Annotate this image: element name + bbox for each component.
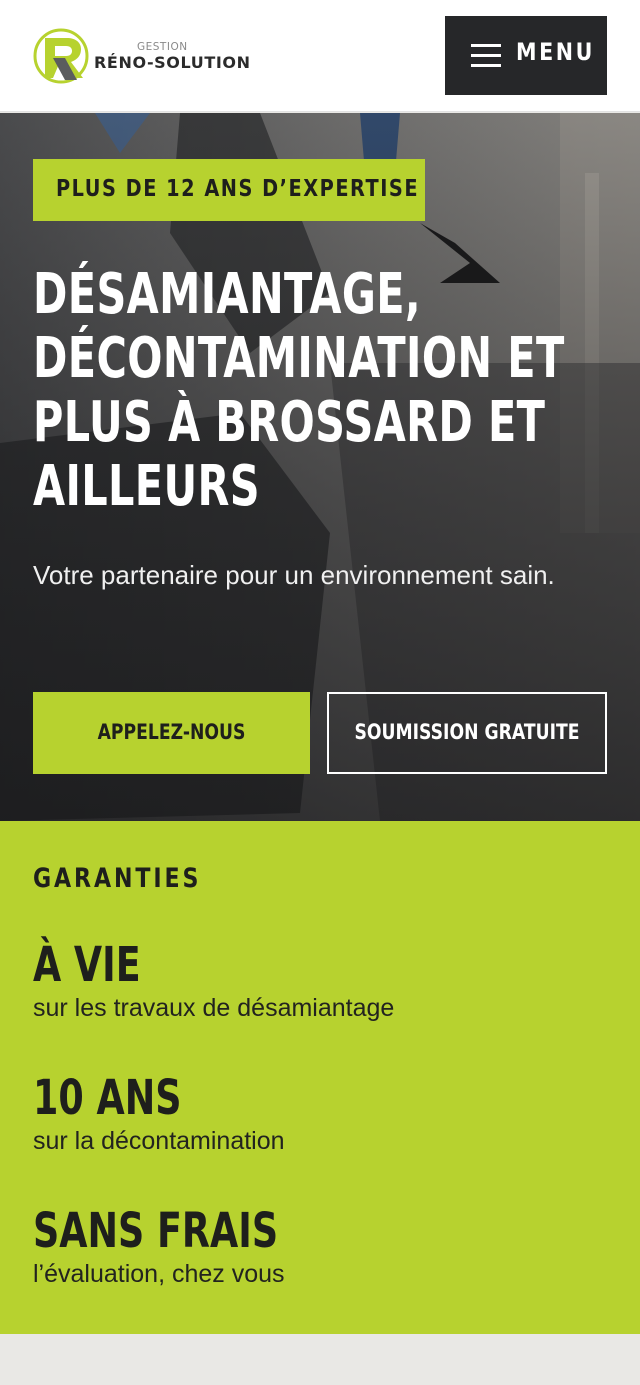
- hero-title-line: DÉCONTAMINATION ET: [33, 326, 565, 391]
- hero-subtitle: Votre partenaire pour un environnement s…: [33, 560, 555, 590]
- experience-badge-text: PLUS DE 12 ANS D’EXPERTISE: [56, 176, 420, 202]
- guarantee-description: sur les travaux de désamiantage: [33, 994, 395, 1022]
- guarantee-value: SANS FRAIS: [33, 1203, 279, 1259]
- guarantees-section: GARANTIES À VIE sur les travaux de désam…: [0, 821, 640, 1334]
- next-section-strip: [0, 1334, 640, 1385]
- menu-label: MENU: [516, 38, 595, 66]
- logo-mark-icon: [33, 28, 89, 84]
- guarantee-item: SANS FRAIS l’évaluation, chez vous: [33, 1203, 613, 1289]
- guarantee-description: sur la décontamination: [33, 1127, 285, 1155]
- guarantee-item: À VIE sur les travaux de désamiantage: [33, 937, 613, 1023]
- hero-title-line: AILLEURS: [33, 454, 260, 519]
- hero-section: PLUS DE 12 ANS D’EXPERTISE DÉSAMIANTAGE,…: [0, 113, 640, 821]
- logo[interactable]: GESTION RÉNO-SOLUTION: [33, 28, 253, 84]
- experience-badge: PLUS DE 12 ANS D’EXPERTISE: [33, 159, 425, 221]
- guarantee-item: 10 ANS sur la décontamination: [33, 1070, 613, 1156]
- hamburger-icon: [471, 44, 501, 68]
- call-us-button[interactable]: APPELEZ-NOUS: [33, 692, 310, 774]
- hero-title-line: PLUS À BROSSARD ET: [33, 390, 546, 455]
- hero-title-line: DÉSAMIANTAGE,: [33, 262, 422, 327]
- call-us-label: APPELEZ-NOUS: [97, 720, 246, 744]
- logo-tagline: GESTION: [137, 41, 188, 53]
- free-quote-button[interactable]: SOUMISSION GRATUITE: [327, 692, 607, 774]
- hero-title: DÉSAMIANTAGE, DÉCONTAMINATION ET PLUS À …: [33, 263, 633, 519]
- guarantee-value: 10 ANS: [33, 1070, 182, 1126]
- logo-name: RÉNO-SOLUTION: [94, 53, 251, 72]
- free-quote-label: SOUMISSION GRATUITE: [354, 720, 580, 744]
- menu-button[interactable]: MENU: [445, 16, 607, 95]
- guarantee-value: À VIE: [33, 937, 141, 993]
- site-header: GESTION RÉNO-SOLUTION MENU: [0, 0, 640, 112]
- guarantee-description: l’évaluation, chez vous: [33, 1260, 285, 1288]
- guarantees-heading: GARANTIES: [33, 863, 202, 894]
